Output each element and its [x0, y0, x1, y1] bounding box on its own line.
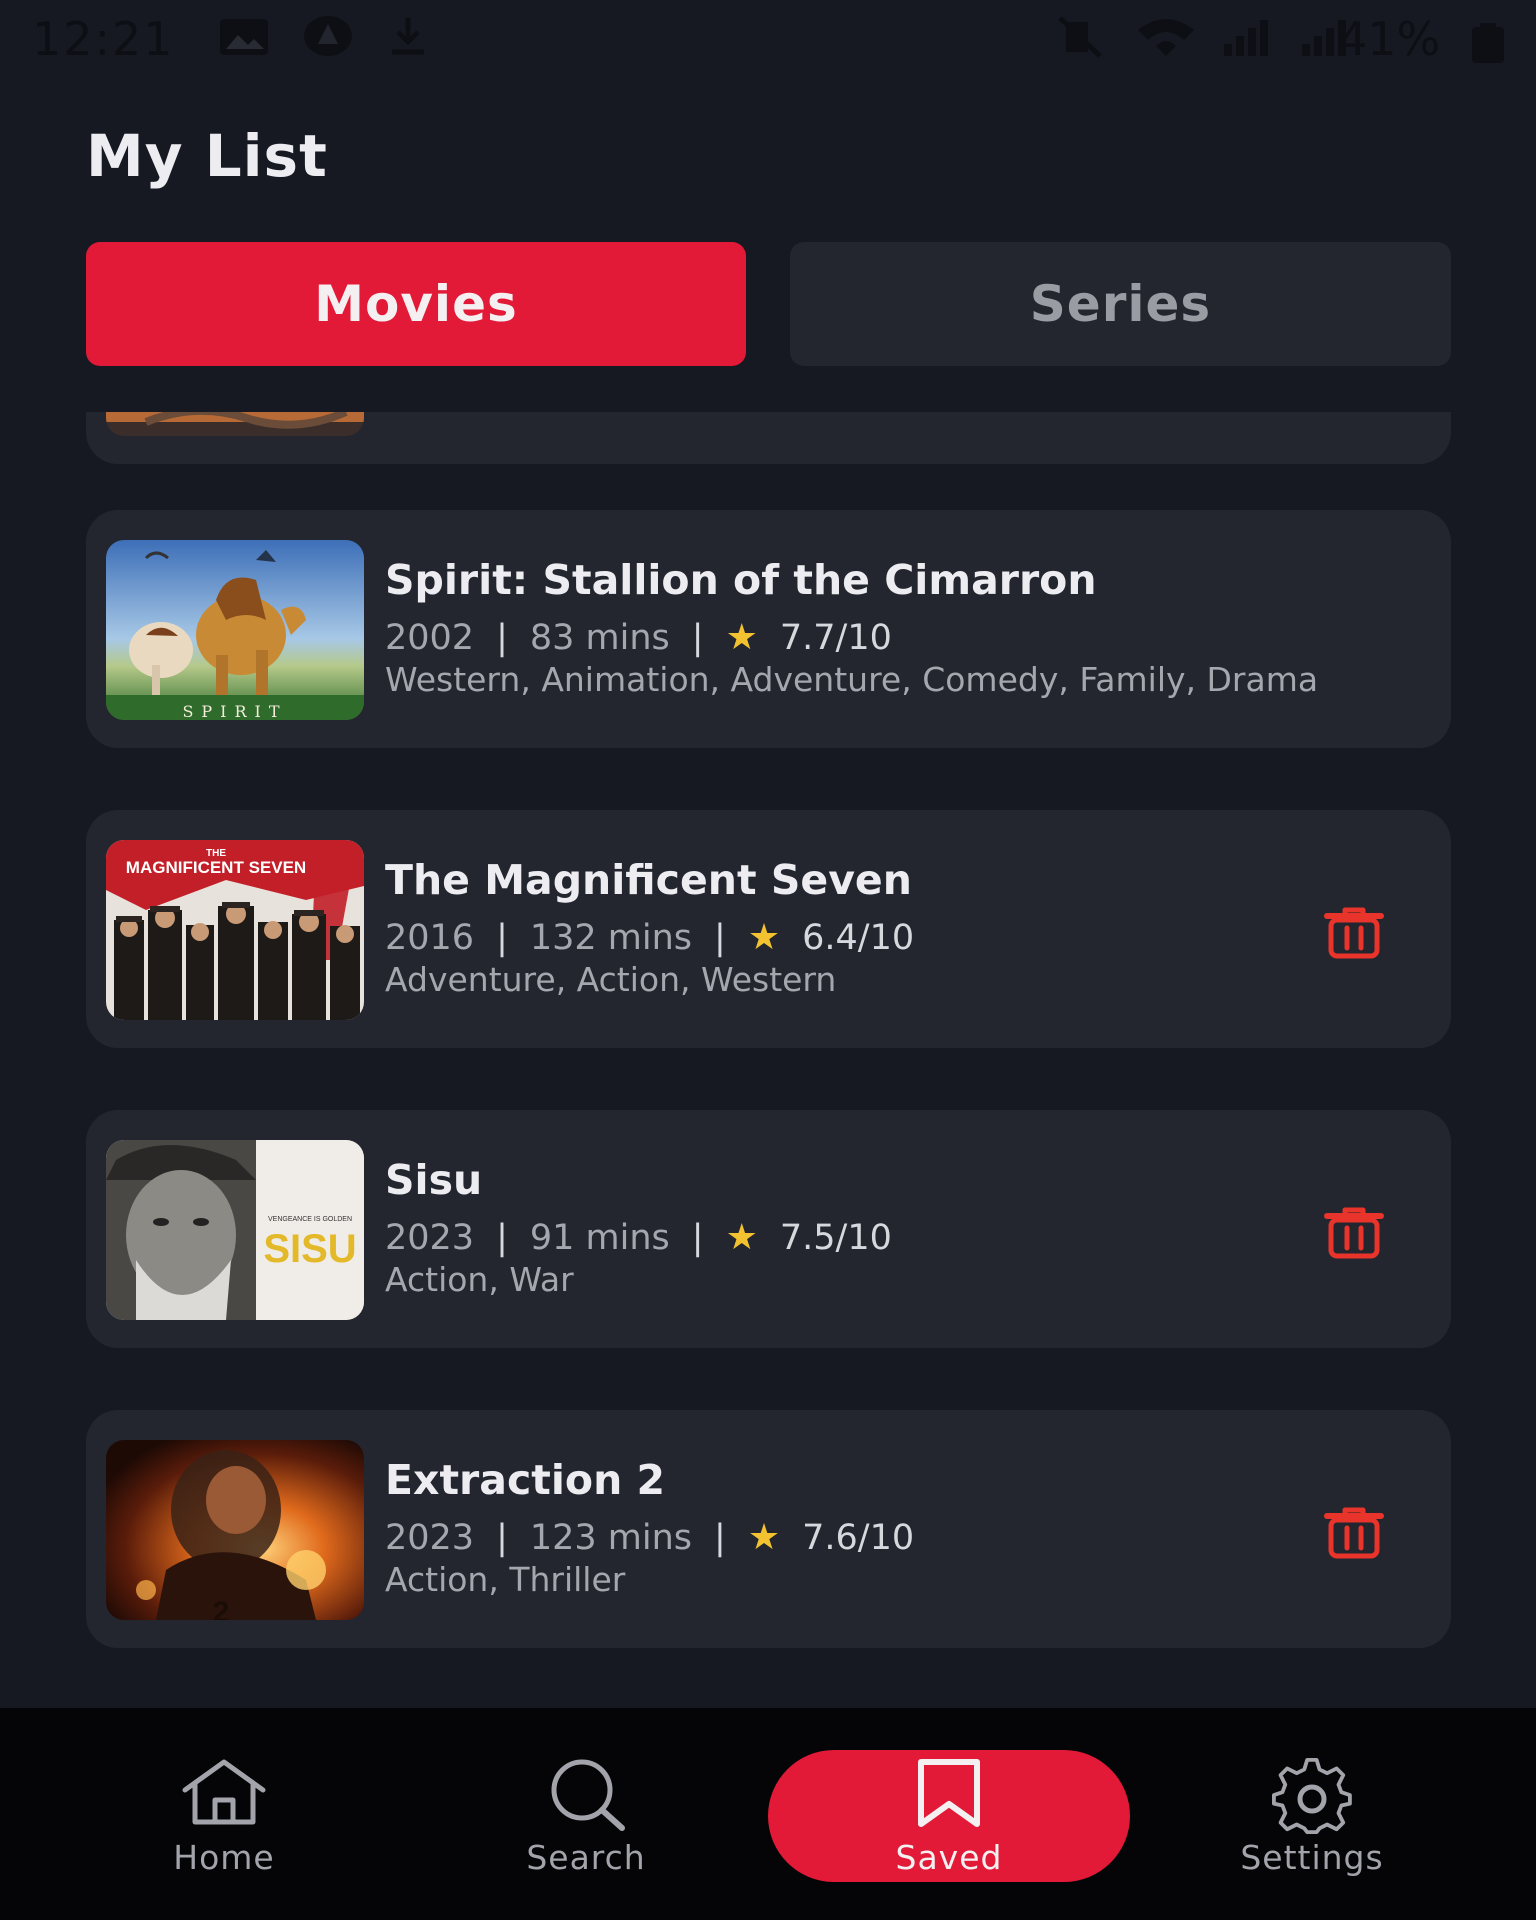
svg-text:VENGEANCE IS GOLDEN: VENGEANCE IS GOLDEN [268, 1216, 352, 1223]
movie-year: 2002 [385, 618, 475, 658]
movie-runtime: 91 mins [529, 1218, 670, 1258]
movie-card[interactable]: 2 Extraction 2 2023 | 123 mins | ★ 7.6/1… [86, 1410, 1451, 1648]
movie-meta: 2023 | 91 mins | ★ 7.5/10 [385, 1217, 1425, 1259]
spirit-poster: SPIRIT [106, 540, 364, 720]
trash-icon [1324, 907, 1384, 959]
movie-rating: 7.5/10 [779, 1218, 892, 1258]
movie-rating: 7.7/10 [779, 618, 892, 658]
star-icon: ★ [747, 1517, 781, 1558]
movie-runtime: 83 mins [529, 618, 670, 658]
nav-label: Home [173, 1838, 275, 1877]
movie-genres: Action, Thriller [385, 1560, 626, 1599]
movie-meta: 2023 | 123 mins | ★ 7.6/10 [385, 1517, 1425, 1559]
movie-runtime: 132 mins [529, 918, 693, 958]
movie-card[interactable]: THE MAGNIFICENT SEVEN The Magnificent Se… [86, 810, 1451, 1048]
gear-icon [1272, 1758, 1352, 1842]
nav-search[interactable]: Search [396, 1708, 776, 1920]
separator: | [496, 618, 508, 658]
nav-saved[interactable]: Saved [759, 1708, 1139, 1920]
trash-icon [1324, 1207, 1384, 1259]
movie-title: Spirit: Stallion of the Cimarron [385, 556, 1097, 604]
nav-label: Search [526, 1838, 646, 1877]
separator: | [691, 1218, 704, 1258]
download-icon [386, 14, 430, 69]
movie-meta: 2016 | 132 mins | ★ 6.4/10 [385, 917, 1425, 959]
separator: | [714, 1518, 726, 1558]
status-bar: 12:21 41% [0, 0, 1536, 80]
bookmark-icon [911, 1758, 987, 1832]
tab-movies[interactable]: Movies [86, 242, 746, 366]
battery-percent: 41% [1338, 12, 1441, 66]
movie-title: Sisu [385, 1156, 483, 1204]
partial-poster [106, 412, 364, 436]
wifi-icon [1134, 14, 1198, 69]
movie-rating: 6.4/10 [802, 918, 915, 958]
battery-icon [1470, 20, 1506, 74]
movie-card-partial[interactable] [86, 412, 1451, 464]
poster-text: MAGNIFICENT SEVEN [126, 858, 306, 877]
separator: | [496, 1518, 508, 1558]
nav-label: Settings [1240, 1838, 1384, 1877]
my-list-screen: 12:21 41% My List Movies Series SPIRIT S… [0, 0, 1536, 1920]
home-icon [179, 1758, 269, 1832]
search-icon [538, 1758, 634, 1836]
star-icon: ★ [747, 917, 781, 958]
nav-label: Saved [895, 1838, 1003, 1877]
movie-year: 2023 [385, 1518, 475, 1558]
movie-card[interactable]: VENGEANCE IS GOLDEN SISU Sisu 2023 | 91 … [86, 1110, 1451, 1348]
nav-home[interactable]: Home [34, 1708, 414, 1920]
separator: | [496, 1218, 508, 1258]
delete-button[interactable] [1323, 1504, 1385, 1560]
star-icon: ★ [725, 1217, 758, 1258]
status-time: 12:21 [32, 12, 175, 66]
svg-text:2: 2 [213, 1596, 230, 1620]
poster-text: SISU [263, 1227, 356, 1271]
svg-text:SPIRIT: SPIRIT [182, 702, 287, 720]
movie-list[interactable]: SPIRIT Spirit: Stallion of the Cimarron … [0, 412, 1536, 1708]
movie-genres: Adventure, Action, Western [385, 960, 837, 999]
tab-series[interactable]: Series [790, 242, 1451, 366]
movie-card[interactable]: SPIRIT Spirit: Stallion of the Cimarron … [86, 510, 1451, 748]
star-icon: ★ [725, 617, 758, 658]
delete-button[interactable] [1323, 1204, 1385, 1260]
bottom-nav: Home Search Saved Settings [0, 1708, 1536, 1920]
movie-year: 2016 [385, 918, 475, 958]
trash-icon [1324, 1507, 1384, 1559]
separator: | [496, 918, 508, 958]
movie-genres: Western, Animation, Adventure, Comedy, F… [385, 660, 1319, 699]
movie-meta: 2002 | 83 mins | ★ 7.7/10 [385, 617, 1425, 659]
sisu-poster: VENGEANCE IS GOLDEN SISU [106, 1140, 364, 1320]
app-notification-icon [302, 14, 354, 69]
gallery-icon [218, 14, 270, 69]
signal-icon [1220, 14, 1276, 69]
tab-bar: Movies Series [86, 242, 1451, 366]
extraction-2-poster: 2 [106, 1440, 364, 1620]
movie-runtime: 123 mins [529, 1518, 693, 1558]
delete-button[interactable] [1323, 904, 1385, 960]
nav-settings[interactable]: Settings [1122, 1708, 1502, 1920]
separator: | [714, 918, 726, 958]
movie-title: The Magnificent Seven [385, 856, 912, 904]
movie-title: Extraction 2 [385, 1456, 666, 1504]
movie-genres: Action, War [385, 1260, 574, 1299]
movie-year: 2023 [385, 1218, 475, 1258]
magnificent-seven-poster: THE MAGNIFICENT SEVEN [106, 840, 364, 1020]
separator: | [691, 618, 704, 658]
page-title: My List [86, 122, 328, 190]
mute-vibrate-icon [1056, 14, 1112, 69]
movie-rating: 7.6/10 [802, 1518, 915, 1558]
